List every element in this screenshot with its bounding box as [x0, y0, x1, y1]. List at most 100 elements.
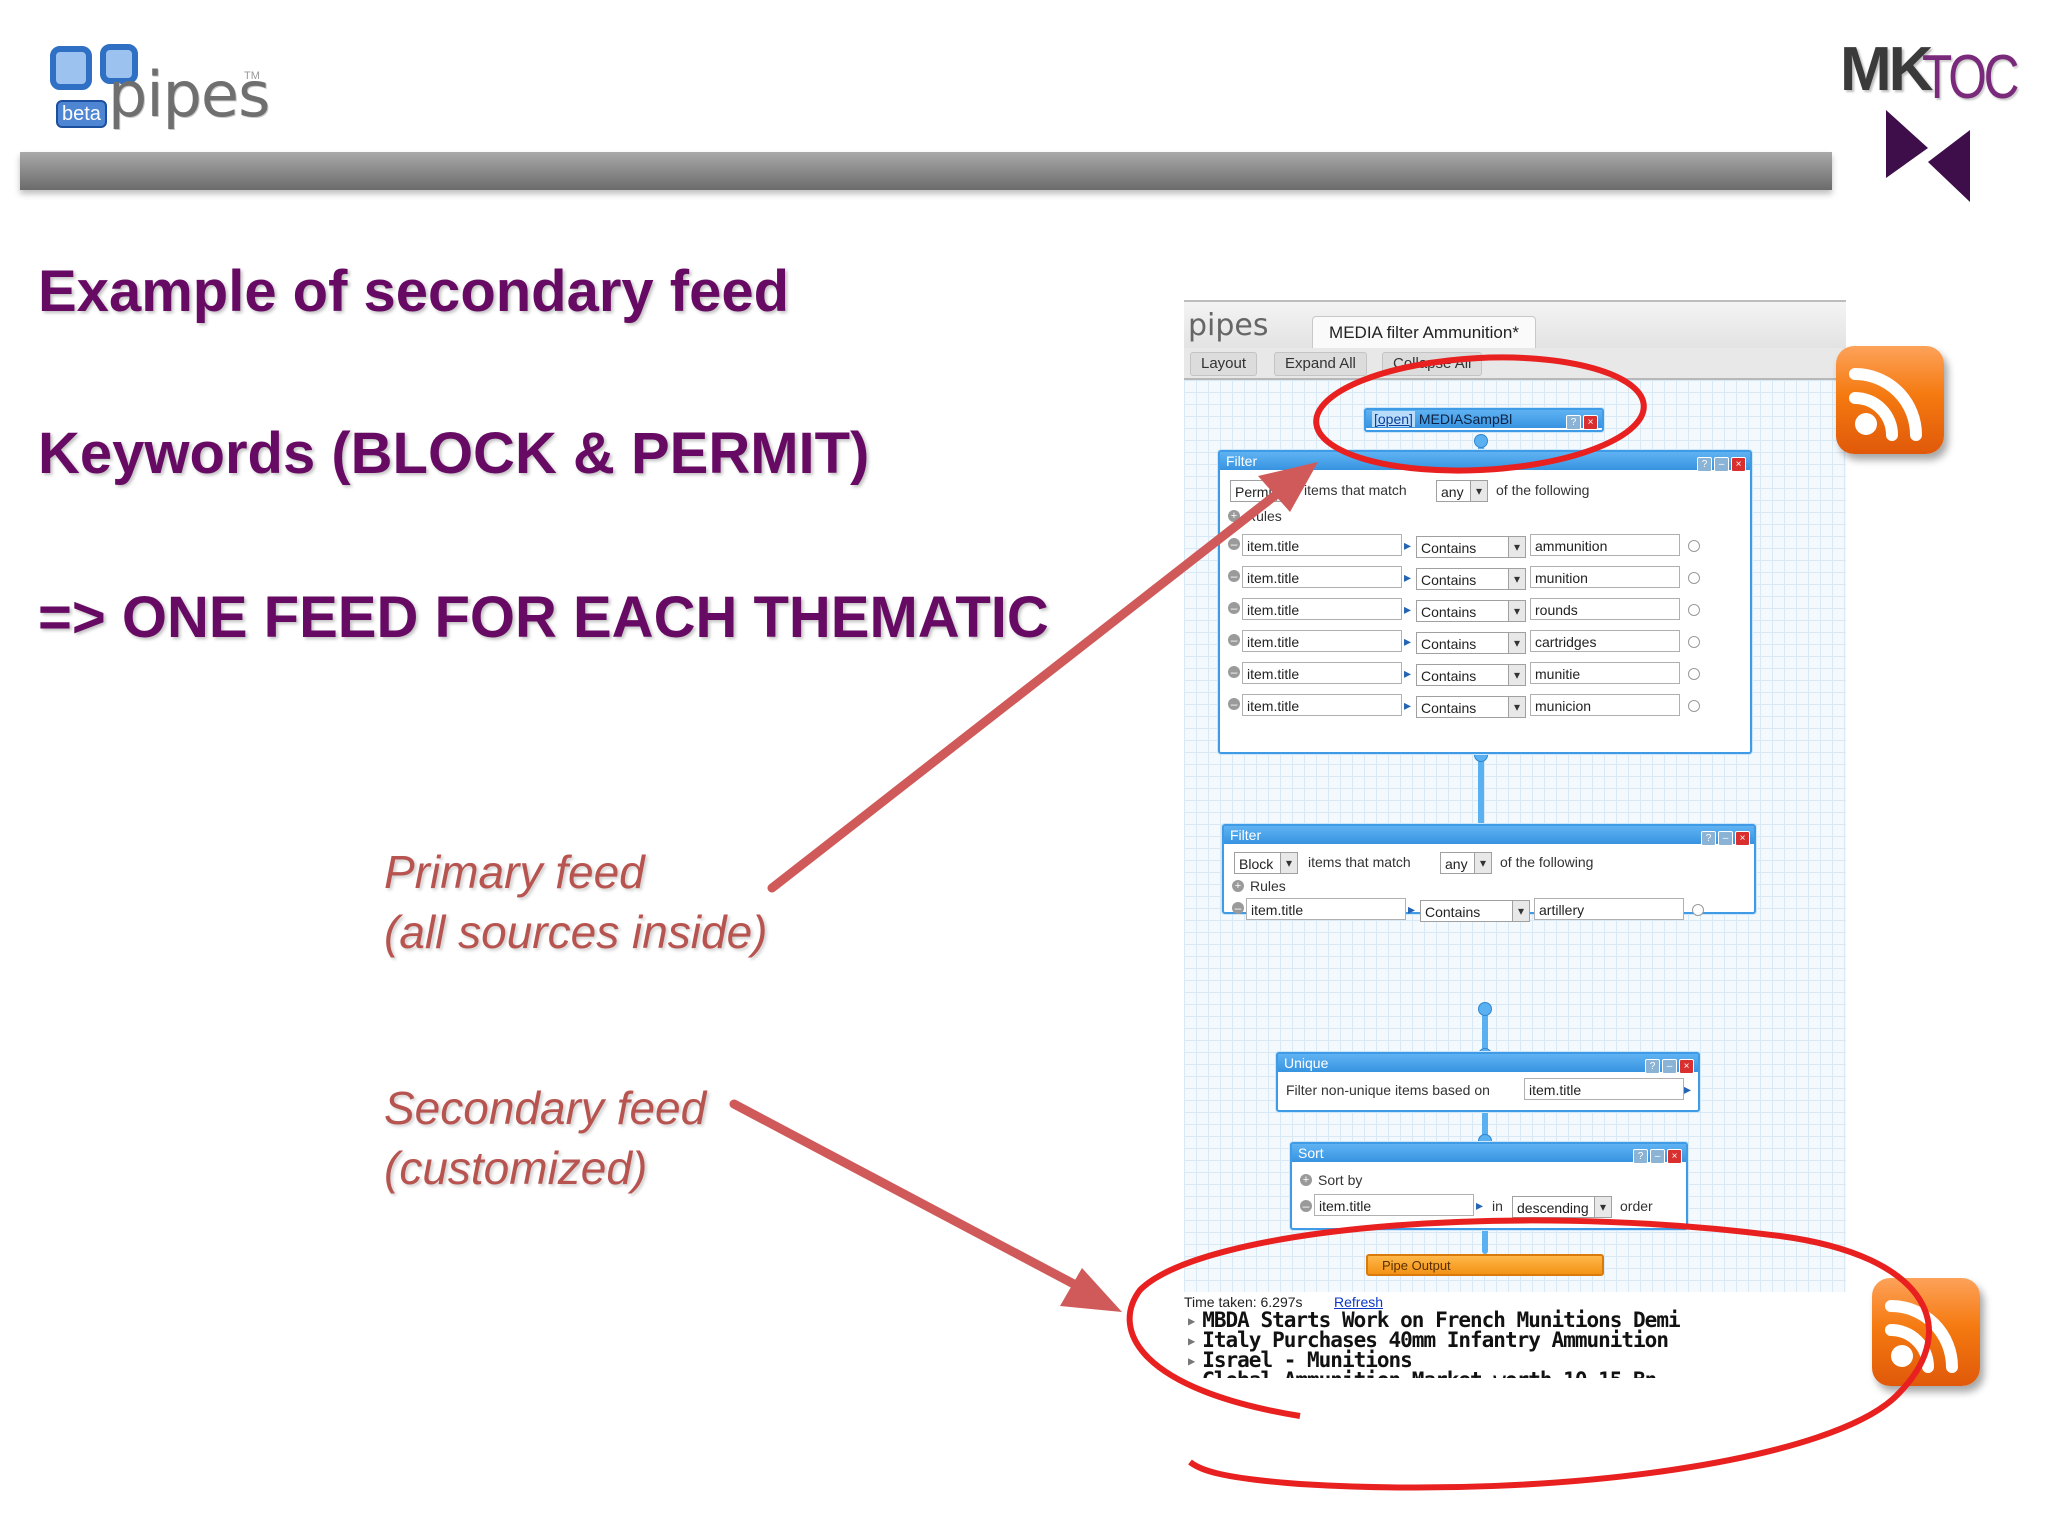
remove-rule-icon[interactable]: – [1228, 666, 1240, 678]
pipe-terminal[interactable] [1478, 1002, 1492, 1016]
add-sort-icon[interactable]: + [1300, 1174, 1312, 1186]
filter-module-block[interactable]: Filter ?–× Block items that match any of… [1222, 824, 1756, 922]
rule-terminal[interactable] [1688, 668, 1700, 680]
field-picker-icon[interactable]: ▸ [1476, 1194, 1486, 1216]
rule-operator-select[interactable]: Contains [1420, 900, 1530, 922]
rule-terminal[interactable] [1688, 700, 1700, 712]
rules-label: Rules [1250, 878, 1286, 894]
unique-module[interactable]: Unique ? – × Filter non-unique items based… [1276, 1052, 1700, 1112]
help-icon[interactable]: ? [1701, 831, 1716, 846]
remove-rule-icon[interactable]: – [1228, 698, 1240, 710]
rule-field-input[interactable]: item.title [1242, 630, 1402, 652]
pipes-logo: pipes TM beta [44, 40, 284, 140]
field-picker-icon[interactable]: ▸ [1404, 566, 1414, 588]
result-title: Global Ammunition Market worth 10.15 Bn [1202, 1368, 1656, 1378]
result-item[interactable]: ▶ Global Ammunition Market worth 10.15 Bn [1188, 1368, 1656, 1378]
close-icon[interactable]: × [1667, 1149, 1682, 1164]
rule-field-input[interactable]: item.title [1242, 598, 1402, 620]
help-icon[interactable]: ? [1697, 457, 1712, 472]
expand-arrow-icon[interactable]: ▶ [1188, 1354, 1195, 1368]
expand-arrow-icon[interactable]: ▶ [1188, 1374, 1195, 1378]
filter-mode-select[interactable]: Block [1234, 852, 1298, 874]
primary-feed-sublabel: (all sources inside) [384, 906, 768, 958]
rule-value-input[interactable]: munition [1530, 566, 1680, 588]
source-module[interactable]: [open] MEDIASampBl ? × [1364, 408, 1604, 432]
rule-value-input[interactable]: munitie [1530, 662, 1680, 684]
field-picker-icon[interactable]: ▸ [1404, 598, 1414, 620]
layout-button[interactable]: Layout [1190, 352, 1258, 376]
field-picker-icon[interactable]: ▸ [1684, 1078, 1694, 1100]
unique-field-input[interactable]: item.title [1524, 1078, 1684, 1100]
help-icon[interactable]: ? [1566, 415, 1581, 430]
rule-operator-select[interactable]: Contains [1416, 568, 1526, 590]
rule-field-input[interactable]: item.title [1242, 662, 1402, 684]
rule-value-input[interactable]: cartridges [1530, 630, 1680, 652]
rule-terminal[interactable] [1688, 572, 1700, 584]
expand-all-button[interactable]: Expand All [1274, 352, 1367, 376]
filter-module-title: Filter [1220, 452, 1750, 470]
close-icon[interactable]: × [1583, 415, 1598, 430]
rule-value-input[interactable]: ammunition [1530, 534, 1680, 556]
minimize-icon[interactable]: – [1650, 1149, 1665, 1164]
field-picker-icon[interactable]: ▸ [1404, 534, 1414, 556]
slide-heading-secondary-feed: Example of secondary feed [38, 259, 790, 324]
pipe-terminal[interactable] [1474, 434, 1488, 448]
match-select[interactable]: any [1436, 480, 1488, 502]
rule-value-input[interactable]: municion [1530, 694, 1680, 716]
sort-module[interactable]: Sort ? – × + Sort by – item.title ▸ in des… [1290, 1142, 1688, 1230]
rule-field-input[interactable]: item.title [1242, 534, 1402, 556]
editor-header: pipes MEDIA filter Ammunition* [1184, 300, 1846, 350]
rule-operator-select[interactable]: Contains [1416, 536, 1526, 558]
field-picker-icon[interactable]: ▸ [1408, 898, 1418, 920]
expand-arrow-icon[interactable]: ▶ [1188, 1314, 1195, 1328]
rule-field-input[interactable]: item.title [1242, 566, 1402, 588]
remove-sort-icon[interactable]: – [1300, 1200, 1312, 1212]
remove-rule-icon[interactable]: – [1228, 602, 1240, 614]
minimize-icon[interactable]: – [1718, 831, 1733, 846]
minimize-icon[interactable]: – [1662, 1059, 1677, 1074]
sort-order-select[interactable]: descending [1512, 1196, 1612, 1218]
field-picker-icon[interactable]: ▸ [1404, 630, 1414, 652]
sort-order-label: order [1620, 1198, 1653, 1214]
rule-operator-select[interactable]: Contains [1416, 664, 1526, 686]
pipe-output-module[interactable]: Pipe Output [1366, 1254, 1604, 1276]
editor-document-tab[interactable]: MEDIA filter Ammunition* [1312, 316, 1536, 349]
collapse-all-button[interactable]: Collapse All [1382, 352, 1483, 376]
rule-terminal[interactable] [1688, 604, 1700, 616]
field-picker-icon[interactable]: ▸ [1404, 662, 1414, 684]
match-select[interactable]: any [1440, 852, 1492, 874]
secondary-feed-sublabel: (customized) [384, 1142, 648, 1194]
close-icon[interactable]: × [1731, 457, 1746, 472]
minimize-icon[interactable]: – [1714, 457, 1729, 472]
rule-terminal[interactable] [1692, 904, 1704, 916]
remove-rule-icon[interactable]: – [1228, 538, 1240, 550]
remove-rule-icon[interactable]: – [1228, 634, 1240, 646]
filter-module-permit[interactable]: Filter ?–× Permit items that match any o… [1218, 450, 1752, 754]
rule-terminal[interactable] [1688, 636, 1700, 648]
add-rule-icon[interactable]: + [1232, 880, 1244, 892]
match-label: items that match [1308, 854, 1411, 870]
rule-operator-select[interactable]: Contains [1416, 600, 1526, 622]
close-icon[interactable]: × [1735, 831, 1750, 846]
help-icon[interactable]: ? [1633, 1149, 1648, 1164]
filter-mode-select[interactable]: Permit [1230, 480, 1294, 502]
rule-value-input[interactable]: rounds [1530, 598, 1680, 620]
expand-arrow-icon[interactable]: ▶ [1188, 1334, 1195, 1348]
rule-terminal[interactable] [1688, 540, 1700, 552]
field-picker-icon[interactable]: ▸ [1404, 694, 1414, 716]
add-rule-icon[interactable]: + [1228, 510, 1240, 522]
rule-operator-select[interactable]: Contains [1416, 696, 1526, 718]
rule-value-input[interactable]: artillery [1534, 898, 1684, 920]
remove-rule-icon[interactable]: – [1228, 570, 1240, 582]
help-icon[interactable]: ? [1645, 1059, 1660, 1074]
secondary-feed-label: Secondary feed [384, 1082, 707, 1134]
close-icon[interactable]: × [1679, 1059, 1694, 1074]
remove-rule-icon[interactable]: – [1232, 902, 1244, 914]
open-source-link[interactable]: [open] [1372, 411, 1415, 427]
following-label: of the following [1500, 854, 1594, 870]
sort-field-input[interactable]: item.title [1314, 1194, 1474, 1216]
rule-field-input[interactable]: item.title [1242, 694, 1402, 716]
following-label: of the following [1496, 482, 1590, 498]
rule-field-input[interactable]: item.title [1246, 898, 1406, 920]
rule-operator-select[interactable]: Contains [1416, 632, 1526, 654]
